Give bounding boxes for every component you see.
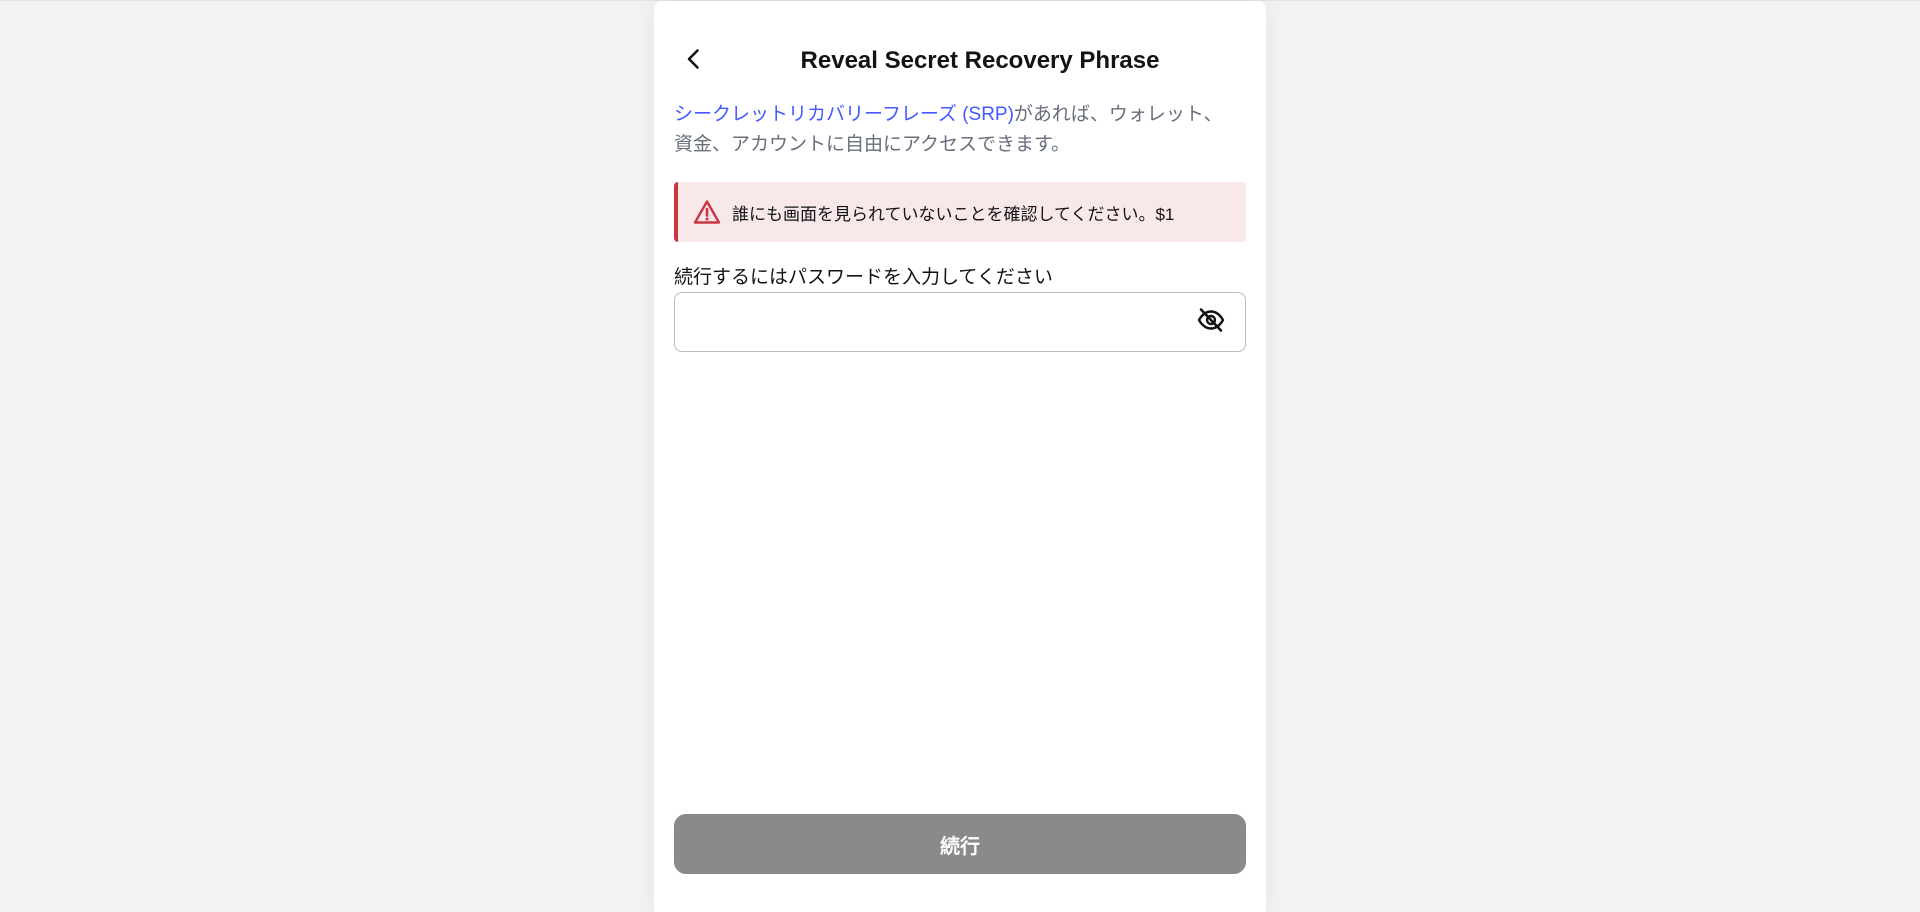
- srp-description: シークレットリカバリーフレーズ (SRP)があれば、ウォレット、資金、アカウント…: [674, 100, 1234, 160]
- srp-learn-more-link[interactable]: シークレットリカバリーフレーズ (SRP): [674, 104, 1014, 125]
- warning-triangle-icon: [692, 197, 722, 227]
- reveal-srp-panel: Reveal Secret Recovery Phrase シークレットリカバリ…: [654, 1, 1266, 912]
- page-header: Reveal Secret Recovery Phrase: [674, 37, 1246, 85]
- chevron-left-icon: [682, 47, 706, 76]
- toggle-password-visibility-button[interactable]: [1195, 307, 1227, 337]
- warning-text: 誰にも画面を見られていないことを確認してください。$1: [732, 204, 1175, 224]
- password-field: [674, 292, 1246, 353]
- eye-slash-icon: [1196, 307, 1226, 338]
- back-button[interactable]: [674, 37, 714, 85]
- page-title: Reveal Secret Recovery Phrase: [800, 47, 1160, 74]
- password-input[interactable]: [689, 293, 1173, 353]
- warning-banner: 誰にも画面を見られていないことを確認してください。$1: [674, 182, 1246, 242]
- password-label: 続行するにはパスワードを入力してください: [674, 267, 1053, 288]
- continue-button[interactable]: 続行: [674, 814, 1246, 874]
